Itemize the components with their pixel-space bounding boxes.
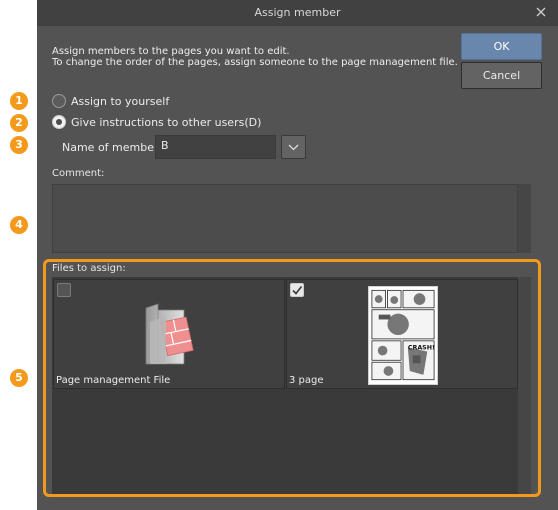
member-dropdown-button[interactable]: [281, 135, 306, 159]
cancel-button[interactable]: Cancel: [461, 62, 542, 89]
close-icon[interactable]: [534, 5, 548, 19]
instructions-line-2: To change the order of the pages, assign…: [52, 57, 458, 68]
ok-button[interactable]: OK: [461, 33, 542, 60]
give-instructions-radio[interactable]: [52, 115, 66, 129]
give-instructions-label: Give instructions to other users(D): [71, 115, 262, 129]
comment-label: Comment:: [52, 168, 105, 179]
instructions-line-1: Assign members to the pages you want to …: [52, 46, 290, 57]
callout-badge-2: 2: [10, 114, 28, 132]
comment-textarea[interactable]: [52, 184, 518, 253]
assign-yourself-radio[interactable]: [52, 94, 66, 108]
title-bar: Assign member: [37, 0, 558, 26]
member-name-field[interactable]: B: [155, 135, 276, 159]
assign-yourself-option[interactable]: Assign to yourself: [52, 94, 169, 108]
give-instructions-option[interactable]: Give instructions to other users(D): [52, 115, 261, 129]
files-highlight-frame: [43, 259, 541, 497]
member-name-label: Name of member:: [62, 141, 163, 154]
callout-badge-4: 4: [10, 216, 28, 234]
instructions-text: Assign members to the pages you want to …: [52, 46, 458, 68]
callout-badge-3: 3: [10, 136, 28, 154]
window-title: Assign member: [254, 6, 341, 19]
chevron-down-icon: [288, 144, 299, 151]
assign-yourself-label: Assign to yourself: [71, 94, 170, 108]
comment-scrollbar[interactable]: [518, 184, 531, 253]
callout-badge-5: 5: [10, 369, 28, 387]
callout-badge-1: 1: [10, 92, 28, 110]
